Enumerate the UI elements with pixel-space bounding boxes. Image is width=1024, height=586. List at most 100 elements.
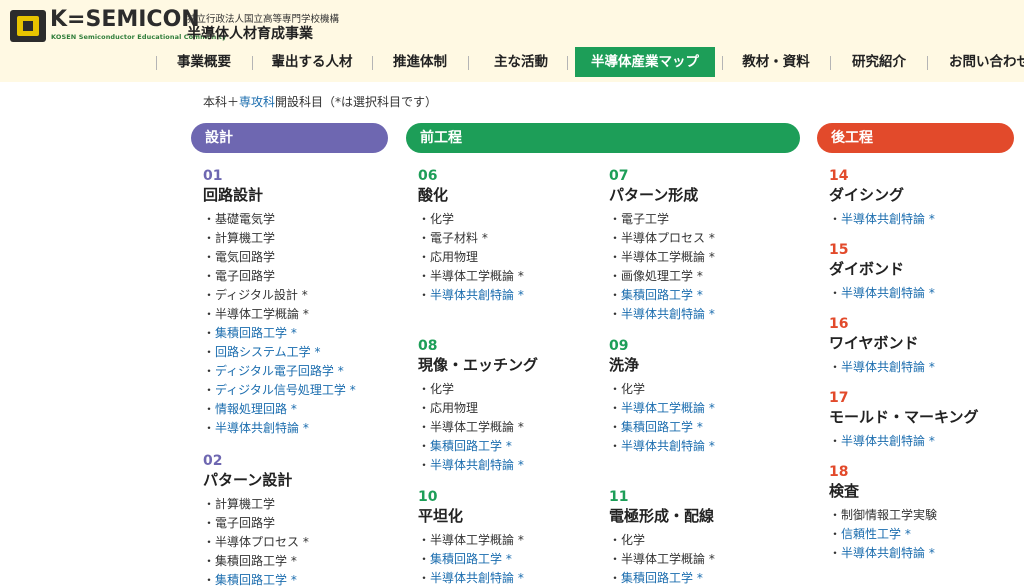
- process-section: 08 現像・エッチング化学応用物理半導体工学概論 *集積回路工学 *半導体共創特論…: [418, 337, 538, 475]
- course-link[interactable]: 半導体共創特論 *: [418, 456, 538, 475]
- process-section: 01 回路設計基礎電気学計算機工学電気回路学電子回路学ディジタル設計 *半導体工学…: [203, 167, 356, 438]
- nav-item-materials[interactable]: 教材・資料: [730, 47, 822, 77]
- course-link[interactable]: 情報処理回路 *: [203, 400, 356, 419]
- course-link[interactable]: 半導体共創特論 *: [829, 210, 935, 229]
- section-number: 11: [609, 489, 629, 505]
- nav-item-overview[interactable]: 事業概要: [166, 47, 242, 77]
- course-link[interactable]: ディジタル電子回路学 *: [203, 362, 356, 381]
- course-link[interactable]: 半導体共創特論 *: [829, 432, 979, 451]
- course-item: 化学: [418, 380, 538, 399]
- section-number: 06: [418, 168, 438, 184]
- section-number: 16: [829, 316, 849, 332]
- course-list: 半導体共創特論 *: [829, 284, 935, 303]
- course-item: 半導体工学概論 *: [418, 531, 524, 550]
- nav-separator: [468, 56, 469, 70]
- course-list: 半導体工学概論 *集積回路工学 *半導体共創特論 *: [418, 531, 524, 586]
- nav-separator: [830, 56, 831, 70]
- nav-item-activities[interactable]: 主な活動: [478, 47, 564, 77]
- process-section: 17 モールド・マーキング半導体共創特論 *: [829, 389, 979, 451]
- intro-link[interactable]: 専攻科: [239, 95, 275, 109]
- section-number: 07: [609, 168, 629, 184]
- course-list: 計算機工学電子回路学半導体プロセス *集積回路工学 *集積回路工学 *: [203, 495, 309, 586]
- section-title: パターン形成: [609, 186, 699, 204]
- course-list: 電子工学半導体プロセス *半導体工学概論 *画像処理工学 *集積回路工学 *半導…: [609, 210, 715, 324]
- chip-logo-icon[interactable]: [10, 10, 46, 42]
- course-link[interactable]: 半導体共創特論 *: [609, 305, 715, 324]
- process-section: 15 ダイボンド半導体共創特論 *: [829, 241, 935, 303]
- nav-separator: [567, 56, 568, 70]
- course-list: 半導体共創特論 *: [829, 210, 935, 229]
- intro-suffix: 開設科目（*は選択科目です）: [275, 95, 438, 109]
- nav-separator: [156, 56, 157, 70]
- course-link[interactable]: 半導体共創特論 *: [829, 544, 937, 563]
- course-link[interactable]: 集積回路工学 *: [418, 550, 524, 569]
- course-link[interactable]: 半導体共創特論 *: [829, 284, 935, 303]
- section-title: 平坦化: [418, 507, 464, 525]
- course-item: 半導体工学概論 *: [609, 550, 715, 569]
- course-item: 化学: [609, 531, 715, 550]
- course-list: 化学半導体工学概論 *集積回路工学 *: [609, 531, 715, 586]
- nav-item-structure[interactable]: 推進体制: [382, 47, 458, 77]
- section-number: 10: [418, 489, 438, 505]
- course-item: 半導体工学概論 *: [609, 248, 715, 267]
- site-logo[interactable]: K=SEMICON: [50, 8, 200, 32]
- course-link[interactable]: 半導体共創特論 *: [609, 437, 715, 456]
- section-number: 01: [203, 168, 223, 184]
- section-number: 14: [829, 168, 849, 184]
- section-title: ダイボンド: [829, 260, 905, 278]
- course-item: 集積回路工学 *: [203, 552, 309, 571]
- course-link[interactable]: 集積回路工学 *: [418, 437, 538, 456]
- course-item: 計算機工学: [203, 495, 309, 514]
- course-link[interactable]: 半導体共創特論 *: [418, 569, 524, 586]
- course-link[interactable]: ディジタル信号処理工学 *: [203, 381, 356, 400]
- section-number: 15: [829, 242, 849, 258]
- nav-separator: [252, 56, 253, 70]
- course-item: 半導体プロセス *: [203, 533, 309, 552]
- course-item: ディジタル設計 *: [203, 286, 356, 305]
- course-list: 基礎電気学計算機工学電気回路学電子回路学ディジタル設計 *半導体工学概論 *集積…: [203, 210, 356, 438]
- nav-item-talent[interactable]: 輩出する人材: [262, 47, 362, 77]
- section-title: 現像・エッチング: [418, 356, 539, 374]
- course-list: 制御情報工学実験信頼性工学 *半導体共創特論 *: [829, 506, 937, 563]
- intro-text: 本科＋専攻科開設科目（*は選択科目です）: [203, 93, 437, 110]
- course-link[interactable]: 半導体共創特論 *: [418, 286, 524, 305]
- course-link[interactable]: 回路システム工学 *: [203, 343, 356, 362]
- site-title[interactable]: 半導体人材育成事業: [187, 23, 313, 43]
- process-section: 10 平坦化半導体工学概論 *集積回路工学 *半導体共創特論 *: [418, 488, 524, 586]
- course-link[interactable]: 半導体共創特論 *: [829, 358, 935, 377]
- nav-separator: [372, 56, 373, 70]
- intro-prefix: 本科＋: [203, 95, 240, 109]
- category-front-end: 前工程: [406, 123, 800, 153]
- course-item: 電子回路学: [203, 267, 356, 286]
- process-section: 02パターン設計計算機工学電子回路学半導体プロセス *集積回路工学 *集積回路工…: [203, 452, 309, 586]
- course-item: 応用物理: [418, 399, 538, 418]
- nav-item-industry-map[interactable]: 半導体産業マップ: [575, 47, 715, 77]
- course-item: 化学: [609, 380, 715, 399]
- category-design: 設計: [191, 123, 388, 153]
- section-number: 08: [418, 338, 438, 354]
- section-number: 17: [829, 390, 849, 406]
- course-link[interactable]: 集積回路工学 *: [609, 286, 715, 305]
- course-list: 化学電子材料 *応用物理半導体工学概論 *半導体共創特論 *: [418, 210, 524, 305]
- course-link[interactable]: 信頼性工学 *: [829, 525, 937, 544]
- course-link[interactable]: 集積回路工学 *: [609, 418, 715, 437]
- course-list: 化学半導体工学概論 *集積回路工学 *半導体共創特論 *: [609, 380, 715, 456]
- course-list: 化学応用物理半導体工学概論 *集積回路工学 *半導体共創特論 *: [418, 380, 538, 475]
- process-section: 16 ワイヤボンド半導体共創特論 *: [829, 315, 935, 377]
- section-title: 洗浄: [609, 356, 640, 374]
- course-link[interactable]: 半導体工学概論 *: [609, 399, 715, 418]
- nav-item-contact[interactable]: お問い合わせ: [935, 47, 1024, 77]
- course-item: 電子材料 *: [418, 229, 524, 248]
- course-link[interactable]: 集積回路工学 *: [203, 571, 309, 586]
- nav-item-research[interactable]: 研究紹介: [840, 47, 918, 77]
- nav-separator: [927, 56, 928, 70]
- course-link[interactable]: 半導体共創特論 *: [203, 419, 356, 438]
- section-title: パターン設計: [203, 471, 293, 489]
- course-link[interactable]: 集積回路工学 *: [203, 324, 356, 343]
- course-link[interactable]: 集積回路工学 *: [609, 569, 715, 586]
- course-list: 半導体共創特論 *: [829, 432, 979, 451]
- process-section: 14 ダイシング半導体共創特論 *: [829, 167, 935, 229]
- section-number: 18: [829, 464, 849, 480]
- course-item: 電子工学: [609, 210, 715, 229]
- course-item: 半導体工学概論 *: [418, 267, 524, 286]
